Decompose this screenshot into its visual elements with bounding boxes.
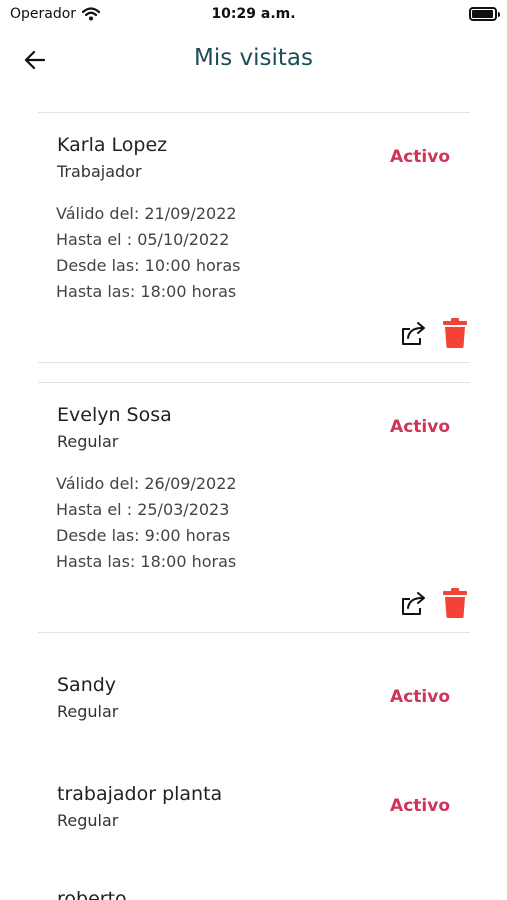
page-title: Mis visitas <box>194 45 313 71</box>
trash-icon[interactable] <box>442 587 468 619</box>
divider <box>38 362 470 363</box>
divider <box>38 112 470 113</box>
visitor-type: Regular <box>57 702 119 721</box>
share-icon[interactable] <box>398 588 428 618</box>
status-bar: Operador 10:29 a.m. <box>0 0 507 30</box>
trash-icon[interactable] <box>442 317 468 349</box>
status-badge: Activo <box>390 687 450 707</box>
visitor-name: Karla Lopez <box>57 134 168 156</box>
status-badge: Activo <box>390 417 450 437</box>
visitor-type: Regular <box>57 811 119 830</box>
time-until: Hasta las: 18:00 horas <box>56 552 237 571</box>
time-until: Hasta las: 18:00 horas <box>56 282 237 301</box>
valid-until: Hasta el : 05/10/2022 <box>56 230 230 249</box>
status-badge: Activo <box>390 147 450 167</box>
visitor-name: Evelyn Sosa <box>57 404 172 426</box>
share-icon[interactable] <box>398 318 428 348</box>
divider <box>38 632 470 633</box>
visitor-name[interactable]: trabajador planta <box>57 783 222 805</box>
divider <box>38 382 470 383</box>
valid-from: Válido del: 26/09/2022 <box>56 474 237 493</box>
visitor-name[interactable]: Sandy <box>57 674 116 696</box>
status-badge: Activo <box>390 796 450 816</box>
visitor-name[interactable]: roberto <box>57 888 127 900</box>
battery-icon <box>469 7 500 21</box>
status-time: 10:29 a.m. <box>211 6 296 22</box>
valid-until: Hasta el : 25/03/2023 <box>56 500 230 519</box>
time-from: Desde las: 9:00 horas <box>56 526 231 545</box>
valid-from: Válido del: 21/09/2022 <box>56 204 237 223</box>
time-from: Desde las: 10:00 horas <box>56 256 241 275</box>
visitor-type: Trabajador <box>57 162 142 181</box>
visitor-type: Regular <box>57 432 119 451</box>
app-header: Mis visitas <box>0 30 507 90</box>
